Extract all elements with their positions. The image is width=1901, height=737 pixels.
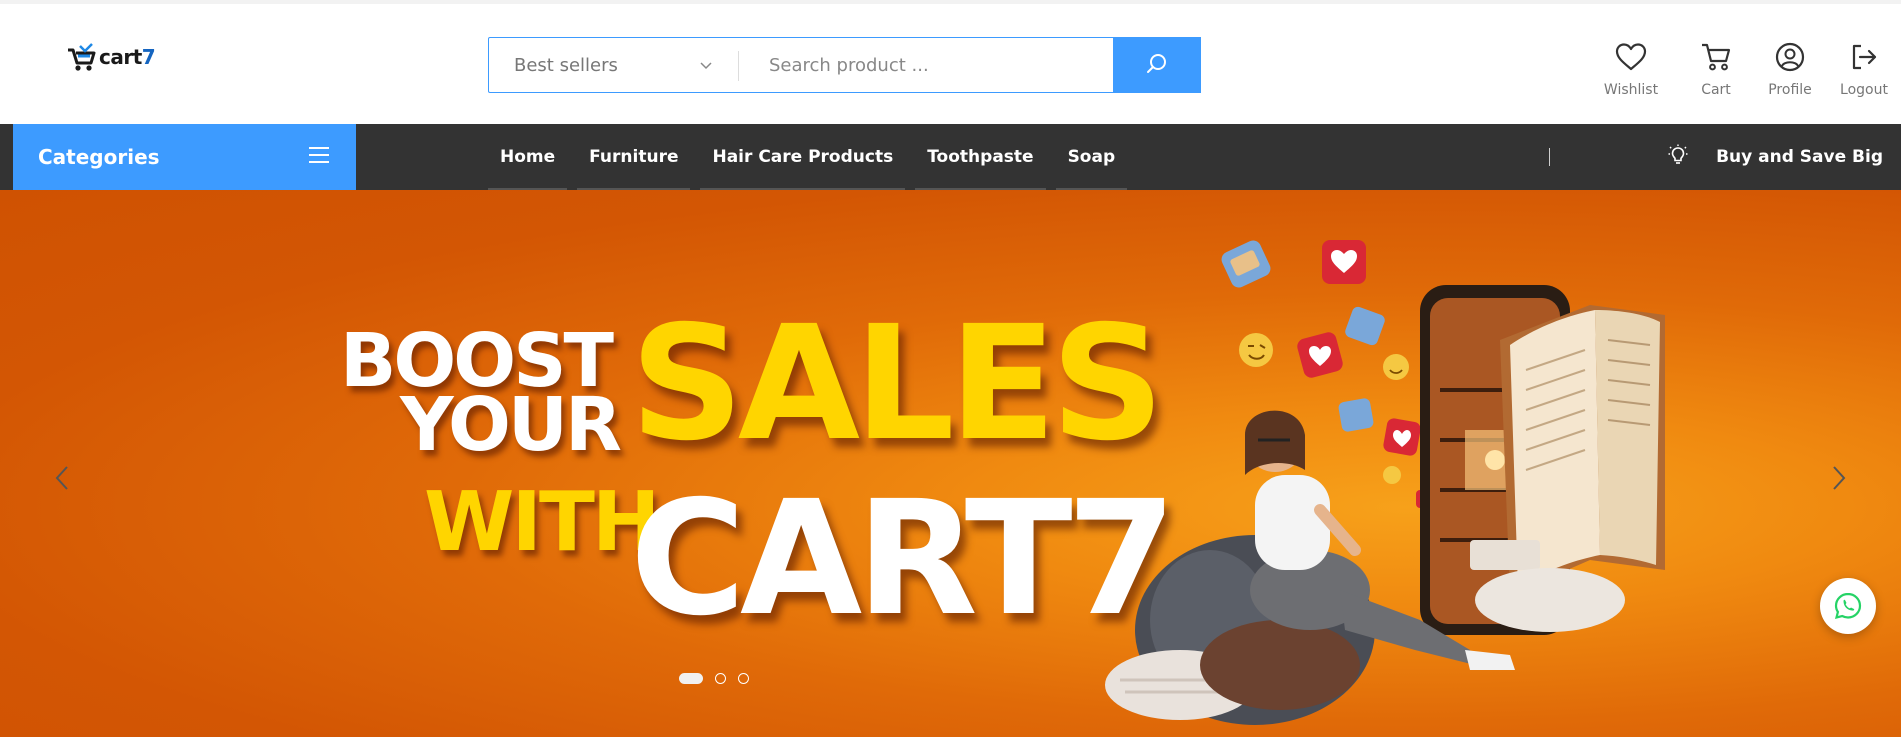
promo-link[interactable]: Buy and Save Big <box>1668 124 1883 190</box>
carousel-dot-1[interactable] <box>679 673 703 684</box>
nav-link-toothpaste[interactable]: Toothpaste <box>915 124 1046 190</box>
carousel-prev-button[interactable] <box>50 458 74 498</box>
heart-bubble-icon <box>1297 332 1343 378</box>
logout-button[interactable]: Logout <box>1827 42 1901 98</box>
logout-label: Logout <box>1840 82 1888 98</box>
thumbs-up-icon <box>1345 306 1385 346</box>
user-icon <box>1775 42 1805 76</box>
nav-divider <box>1549 148 1550 166</box>
nav-link-furniture[interactable]: Furniture <box>577 124 691 190</box>
logo[interactable]: cart7 <box>64 42 156 72</box>
carousel-dot-2[interactable] <box>715 673 726 684</box>
cart-icon <box>1700 42 1732 76</box>
cart-button[interactable]: Cart <box>1679 42 1753 98</box>
nav-link-hair-care-products[interactable]: Hair Care Products <box>700 124 905 190</box>
chevron-left-icon <box>55 466 68 490</box>
search-category-value: Best sellers <box>514 54 618 76</box>
chevron-right-icon <box>1833 466 1846 490</box>
pillow-image <box>1200 620 1360 710</box>
header-actions: Wishlist Cart Profile Logout <box>1583 42 1901 98</box>
lightbulb-icon <box>1668 144 1688 170</box>
search-button[interactable] <box>1113 37 1201 93</box>
hero-banner: BOOST YOUR SALES WITH CART7 <box>0 190 1901 737</box>
heart-bubble-icon <box>1383 418 1421 456</box>
logout-icon <box>1849 42 1879 76</box>
carousel-dot-3[interactable] <box>738 673 749 684</box>
logo-text: cart7 <box>99 45 156 69</box>
thumbs-up-icon <box>1221 240 1271 288</box>
wishlist-label: Wishlist <box>1603 82 1659 98</box>
search-bar: Best sellers <box>488 37 1201 93</box>
headline-your: YOUR <box>400 382 622 468</box>
headline-with: WITH <box>424 475 661 570</box>
profile-button[interactable]: Profile <box>1753 42 1827 98</box>
categories-label: Categories <box>38 145 160 169</box>
whatsapp-chat-button[interactable] <box>1820 578 1876 634</box>
main-nav: Categories Home Furniture Hair Care Prod… <box>0 124 1901 190</box>
thumbs-up-icon <box>1338 398 1374 432</box>
carousel-pagination <box>679 673 749 684</box>
banner-illustration <box>1105 240 1665 725</box>
emoji-smile-icon <box>1383 466 1401 484</box>
nav-link-home[interactable]: Home <box>488 124 568 190</box>
cart-label: Cart <box>1701 82 1731 98</box>
carousel-next-button[interactable] <box>1827 458 1851 498</box>
wishlist-button[interactable]: Wishlist <box>1583 42 1679 98</box>
menu-links: Home Furniture Hair Care Products Toothp… <box>488 124 1137 190</box>
search-category-select[interactable]: Best sellers <box>489 38 739 92</box>
categories-button[interactable]: Categories <box>13 124 356 190</box>
site-header: cart7 Best sellers Wishlist Cart <box>0 4 1901 124</box>
heart-bubble-icon <box>1322 240 1366 284</box>
headline-sales: SALES <box>630 292 1164 476</box>
cart-logo-icon <box>64 42 96 72</box>
hamburger-menu-icon <box>308 146 330 168</box>
whatsapp-icon <box>1834 592 1862 620</box>
emoji-wink-icon <box>1239 333 1273 367</box>
pillow-image <box>1475 568 1625 632</box>
nav-link-soap[interactable]: Soap <box>1055 124 1128 190</box>
chevron-down-icon <box>699 56 713 75</box>
emoji-smile-icon <box>1383 354 1409 380</box>
search-input[interactable] <box>739 38 1113 92</box>
profile-label: Profile <box>1768 82 1812 98</box>
heart-icon <box>1614 42 1648 76</box>
search-icon <box>1145 52 1169 79</box>
promo-text: Buy and Save Big <box>1716 147 1883 167</box>
